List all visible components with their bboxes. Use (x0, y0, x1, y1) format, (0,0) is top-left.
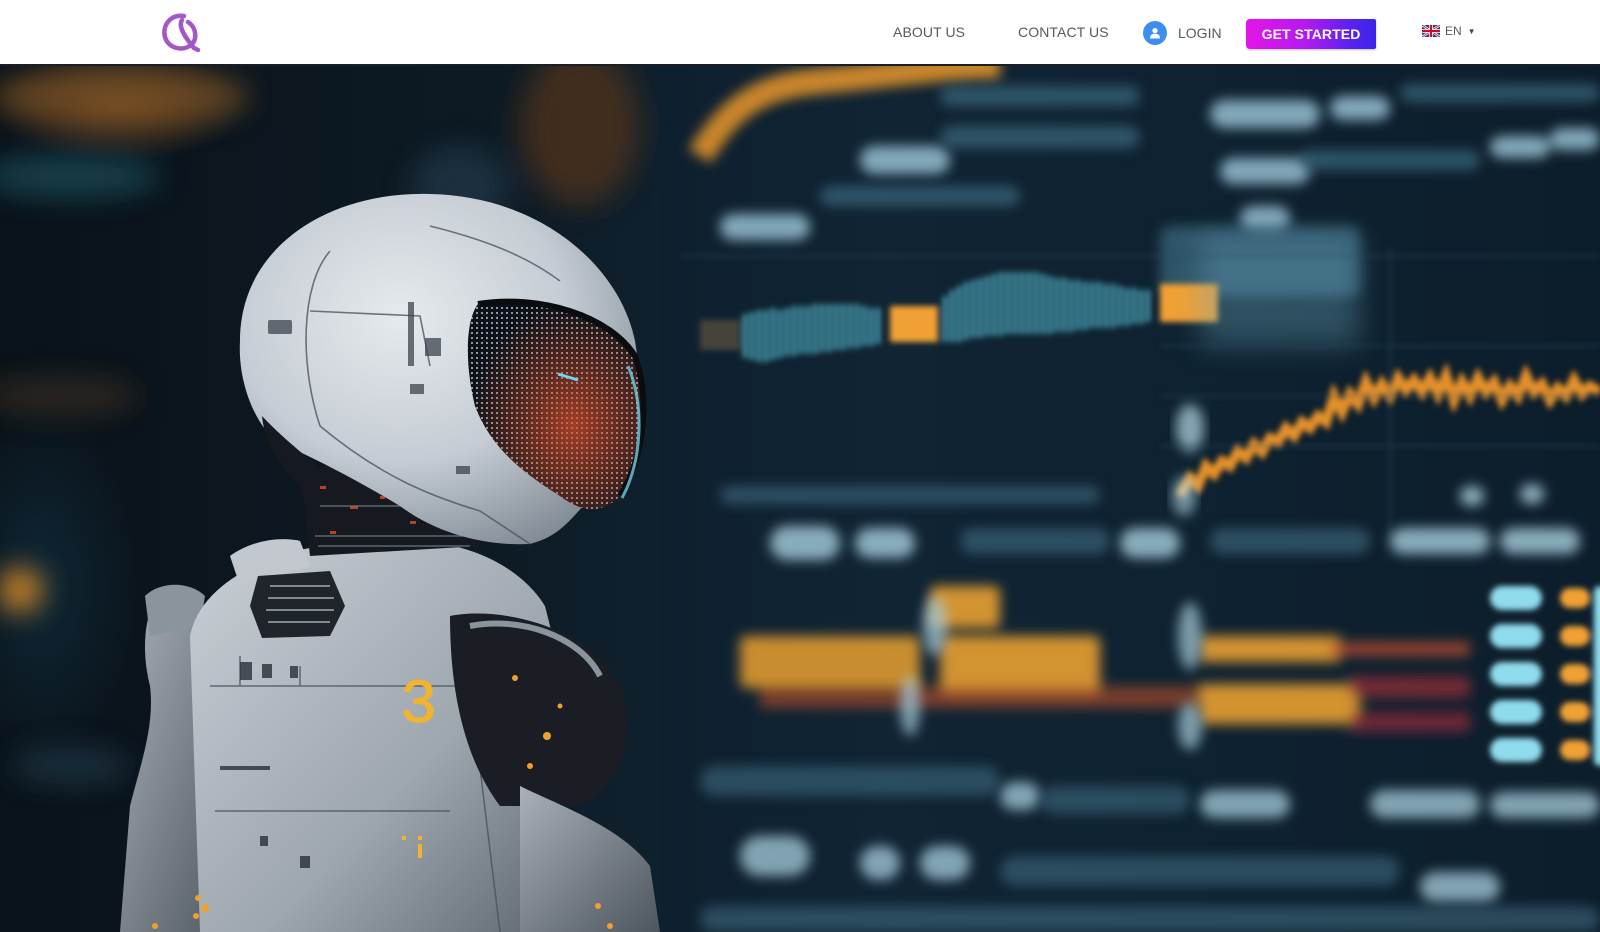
nav-contact-us[interactable]: CONTACT US (1018, 24, 1109, 40)
site-header: ABOUT US CONTACT US LOGIN GET STARTED EN… (0, 0, 1600, 66)
language-label: EN (1445, 24, 1462, 38)
q-logo-icon (162, 13, 201, 53)
language-selector[interactable]: EN ▼ (1422, 24, 1476, 38)
chevron-down-icon: ▼ (1467, 26, 1476, 36)
uk-flag-icon (1422, 25, 1440, 37)
logo[interactable] (158, 10, 204, 56)
get-started-button[interactable]: GET STARTED (1246, 19, 1376, 49)
robot-illustration: 3 (120, 193, 660, 932)
chest-digit: 3 (400, 670, 437, 741)
login-link[interactable]: LOGIN (1143, 20, 1222, 46)
user-icon (1143, 21, 1167, 45)
login-label: LOGIN (1178, 25, 1222, 41)
hero-section: 3 (0, 66, 1600, 932)
nav-about-us[interactable]: ABOUT US (893, 24, 965, 40)
